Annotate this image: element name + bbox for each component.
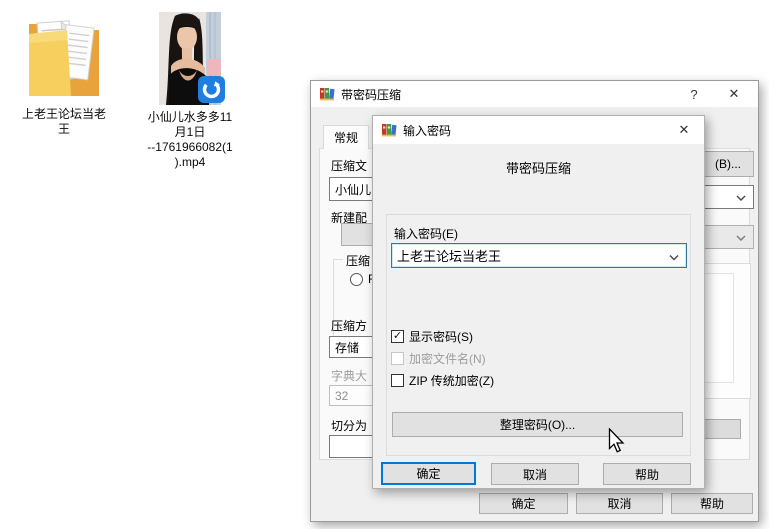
inner-dialog-title: 输入密码 (403, 122, 451, 139)
enter-password-dialog: 输入密码 ✕ 带密码压缩 输入密码(E) 上老王论坛当老王 ✓ 显示密码(S) … (372, 115, 705, 489)
checkbox-checked-icon: ✓ (391, 330, 404, 343)
desktop: 上老王论坛当老 王 (0, 0, 769, 529)
close-icon[interactable]: ✕ (668, 116, 700, 144)
cancel-button[interactable]: 取消 (491, 463, 579, 485)
video-thumbnail (159, 12, 221, 105)
checkbox-unchecked-icon (391, 352, 404, 365)
chevron-down-icon (736, 230, 746, 244)
zip-legacy-encryption-checkbox[interactable]: ZIP 传统加密(Z) (391, 372, 494, 389)
chevron-down-icon (736, 190, 746, 204)
video-label: 小仙儿水多多11 月1日 --1761966082(1 ).mp4 (134, 110, 246, 170)
password-label: 输入密码(E) (394, 225, 458, 242)
dictionary-label: 字典大 (331, 367, 367, 384)
encrypt-filenames-checkbox: 加密文件名(N) (391, 350, 486, 367)
close-icon[interactable]: ✕ (718, 81, 750, 107)
organize-passwords-button[interactable]: 整理密码(O)... (392, 412, 683, 437)
archive-name-label: 压缩文 (331, 157, 367, 174)
winrar-icon (319, 86, 335, 102)
show-password-checkbox[interactable]: ✓ 显示密码(S) (391, 328, 473, 345)
mouse-cursor-icon (608, 428, 626, 460)
help-button[interactable]: 帮助 (603, 463, 691, 485)
folder-label: 上老王论坛当老 王 (8, 107, 120, 137)
radio-icon (350, 273, 363, 286)
folder-icon (23, 10, 105, 107)
inner-titlebar[interactable]: 输入密码 (373, 116, 704, 144)
desktop-icon-video[interactable]: 小仙儿水多多11 月1日 --1761966082(1 ).mp4 (134, 12, 246, 170)
outer-help-button[interactable]: 帮助 (671, 493, 753, 514)
winrar-icon (381, 122, 397, 138)
desktop-icon-folder[interactable]: 上老王论坛当老 王 (8, 10, 120, 137)
tab-general[interactable]: 常规 (323, 125, 369, 149)
checkbox-unchecked-icon (391, 374, 404, 387)
ok-button[interactable]: 确定 (381, 462, 476, 485)
help-icon[interactable]: ? (678, 81, 710, 107)
chevron-down-icon (669, 248, 679, 263)
split-label: 切分为 (331, 417, 367, 434)
dialog-heading: 带密码压缩 (373, 158, 704, 177)
password-combobox[interactable]: 上老王论坛当老王 (391, 243, 687, 268)
player-badge-icon (198, 76, 225, 108)
outer-ok-button[interactable]: 确定 (479, 493, 568, 514)
method-label: 压缩方 (331, 317, 367, 334)
format-group-label: 压缩 (343, 252, 373, 269)
outer-dialog-title: 带密码压缩 (341, 86, 401, 103)
outer-cancel-button[interactable]: 取消 (576, 493, 663, 514)
